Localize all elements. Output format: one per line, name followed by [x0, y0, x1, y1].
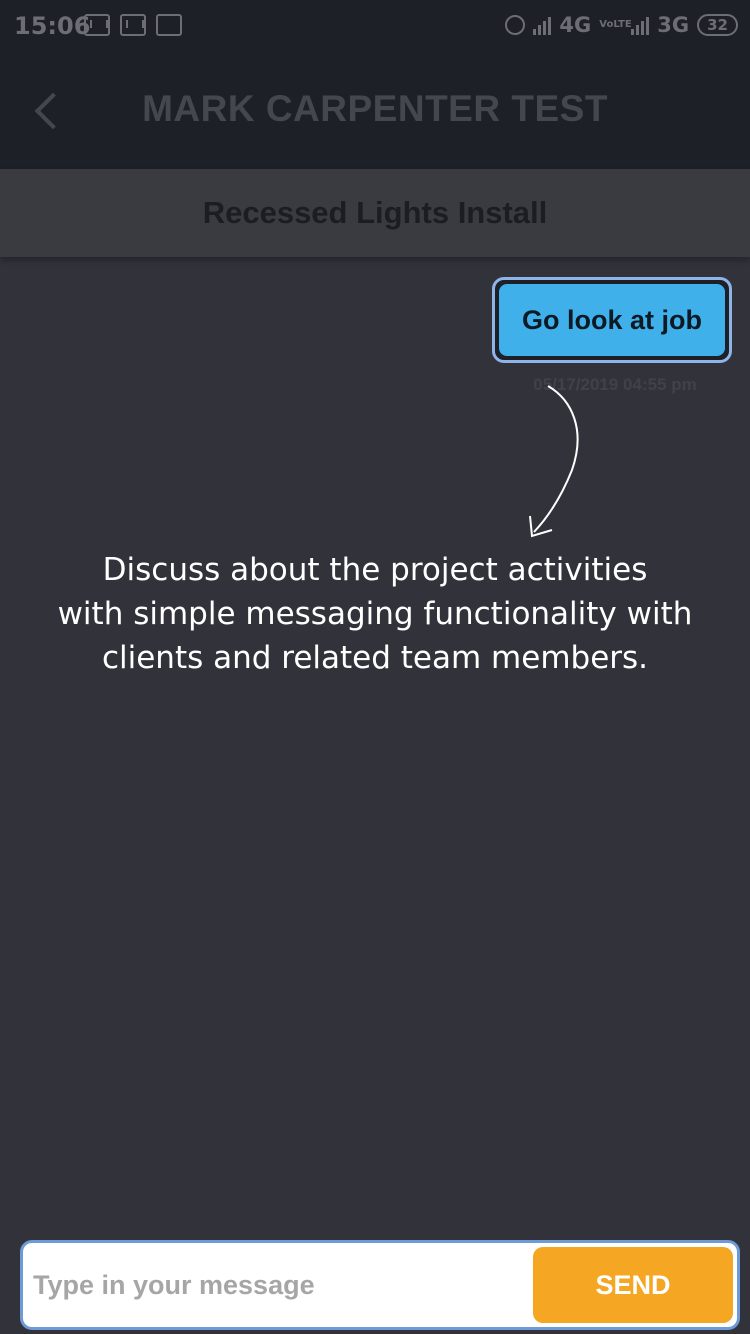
- project-title: Recessed Lights Install: [202, 195, 548, 230]
- calendar-icon: [156, 14, 182, 36]
- status-indicators: 4G VoLTE 3G 32: [505, 13, 738, 37]
- battery-icon: 32: [697, 14, 738, 36]
- notification-icons: [84, 14, 182, 36]
- alarm-icon: [505, 15, 526, 35]
- app-bar: MARK CARPENTER TEST: [0, 54, 750, 169]
- status-bar: 15:06 4G VoLTE 3G 32: [0, 0, 750, 54]
- caption-line: clients and related team members.: [101, 640, 649, 676]
- signal-icon: [533, 15, 552, 35]
- message-bubble[interactable]: Go look at job: [492, 277, 732, 363]
- volte-icon: VoLTE: [599, 19, 632, 30]
- message-text: Go look at job: [499, 284, 725, 356]
- send-button[interactable]: SEND: [533, 1247, 733, 1323]
- status-time: 15:06: [14, 12, 91, 40]
- caption-line: Discuss about the project activities: [102, 552, 648, 588]
- annotation-arrow-icon: [529, 385, 579, 538]
- mail-icon: [120, 14, 146, 36]
- project-header: Recessed Lights Install: [0, 169, 750, 257]
- signal-icon: [631, 15, 650, 35]
- caption-line: with simple messaging functionality with: [57, 596, 693, 632]
- message-composer: SEND: [20, 1240, 740, 1330]
- gmail-icon: [84, 14, 110, 36]
- network-type-1: 4G: [559, 13, 592, 37]
- feature-caption: Discuss about the project activities wit…: [30, 548, 720, 680]
- network-type-2: 3G: [657, 13, 690, 37]
- message-input[interactable]: [23, 1243, 533, 1327]
- page-title: MARK CARPENTER TEST: [142, 88, 608, 129]
